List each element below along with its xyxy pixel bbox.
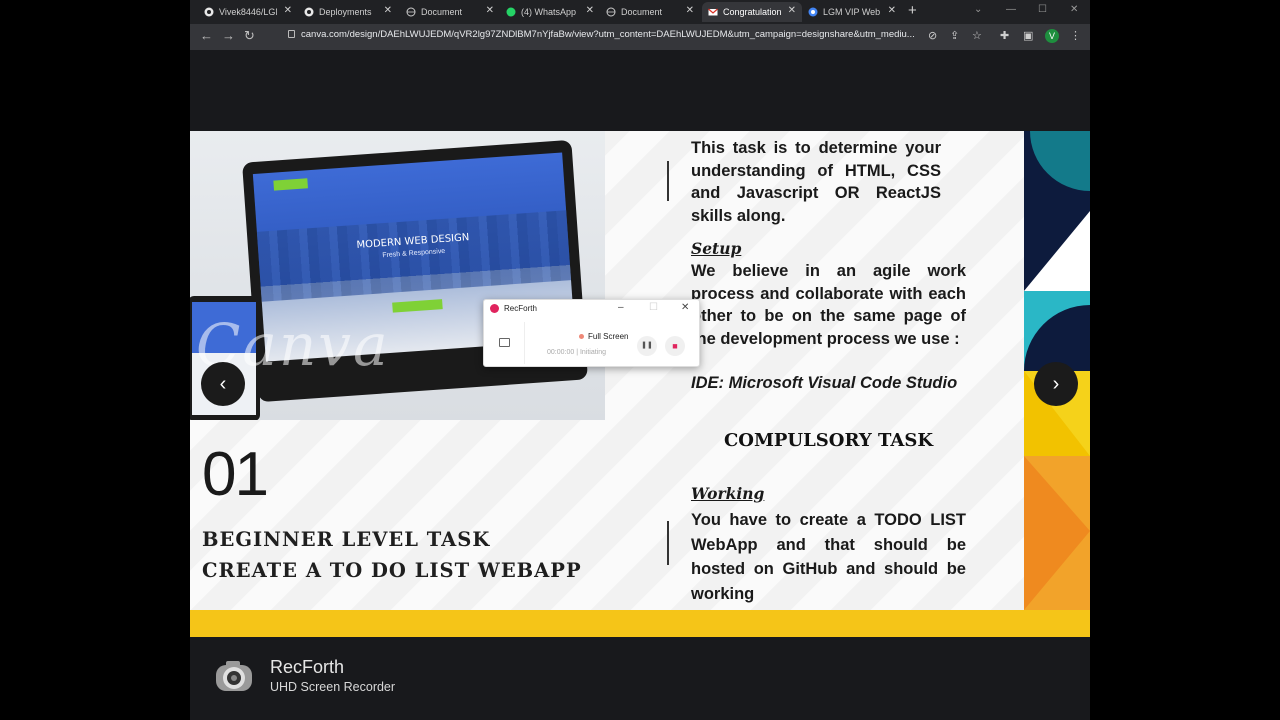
- close-tab-icon[interactable]: ✕: [486, 5, 494, 16]
- recorder-popup: RecForth – ☐ ✕ Full Screen 00:00:00 | In…: [483, 299, 700, 367]
- working-heading-text: Working: [691, 484, 765, 503]
- globe-icon: [406, 7, 416, 17]
- setup-paragraph: We believe in an agile work process and …: [691, 262, 966, 348]
- close-window-button[interactable]: ✕: [1070, 4, 1078, 15]
- maximize-button[interactable]: ☐: [649, 302, 658, 313]
- recorder-status-line: 00:00:00 | Initiating: [547, 349, 607, 356]
- level-title: BEGINNER LEVEL TASK: [202, 528, 491, 551]
- minimize-button[interactable]: –: [618, 302, 624, 313]
- setup-heading: Setup: [691, 238, 966, 261]
- address-bar[interactable]: canva.com/design/DAEhLWUJEDM/qVR2lg97ZND…: [288, 29, 928, 40]
- browser-tab-strip: Vivek8446/LGM ✕ Deployments ✕ Document ✕…: [190, 0, 1090, 24]
- tab-document-1[interactable]: Document ✕: [400, 2, 500, 22]
- gmail-icon: [708, 7, 718, 17]
- compulsory-task-heading: COMPULSORY TASK: [723, 430, 934, 451]
- tab-title: (4) WhatsApp: [521, 7, 577, 17]
- side-panel-icon[interactable]: ▣: [1023, 30, 1033, 42]
- screen-frame: Vivek8446/LGM ✕ Deployments ✕ Document ✕…: [190, 0, 1090, 720]
- whatsapp-icon: [506, 7, 516, 17]
- mode-label: Full Screen: [588, 332, 629, 341]
- minimize-button[interactable]: —: [1006, 4, 1016, 15]
- ide-paragraph: IDE: Microsoft Visual Code Studio: [691, 374, 958, 392]
- kebab-menu-icon[interactable]: ⋮: [1070, 30, 1081, 42]
- next-slide-button[interactable]: ›: [1034, 362, 1078, 406]
- globe-icon: [606, 7, 616, 17]
- working-heading: Working: [691, 483, 966, 506]
- elapsed-time: 00:00:00: [547, 349, 575, 356]
- status-dot-icon: [579, 334, 584, 339]
- tab-title: LGM VIP Web: [823, 7, 881, 17]
- tab-document-2[interactable]: Document ✕: [600, 2, 700, 22]
- tab-congratulations[interactable]: Congratulations ✕: [702, 2, 802, 22]
- vertical-divider: [667, 521, 669, 565]
- tab-title: Vivek8446/LGM: [219, 7, 277, 17]
- profile-avatar[interactable]: V: [1045, 29, 1059, 43]
- close-tab-icon[interactable]: ✕: [384, 5, 392, 16]
- share-icon[interactable]: ⇪: [950, 30, 959, 42]
- browser-toolbar: ← → ↻ canva.com/design/DAEhLWUJEDM/qVR2l…: [190, 24, 1090, 50]
- tab-deployments[interactable]: Deployments ✕: [298, 2, 398, 22]
- lock-icon: [288, 30, 295, 38]
- maximize-button[interactable]: ☐: [1038, 4, 1047, 15]
- forward-arrow-icon[interactable]: →: [222, 29, 235, 43]
- recorder-title: RecForth: [504, 304, 537, 313]
- setup-heading-text: Setup: [691, 239, 742, 258]
- hero-image: MODERN WEB DESIGN Fresh & Responsive Can…: [190, 131, 605, 420]
- extensions-puzzle-icon[interactable]: ✚: [1000, 30, 1009, 42]
- tab-title: Congratulations: [723, 7, 781, 17]
- camera-logo-icon: [214, 655, 262, 695]
- back-arrow-icon[interactable]: ←: [200, 29, 213, 43]
- eye-off-icon[interactable]: ⊘: [928, 30, 937, 42]
- reload-icon[interactable]: ↻: [244, 29, 255, 43]
- new-tab-button[interactable]: +: [908, 3, 917, 18]
- intro-paragraph: This task is to determine your understan…: [691, 139, 941, 225]
- close-tab-icon[interactable]: ✕: [586, 5, 594, 16]
- tab-title: Document: [621, 7, 663, 17]
- tab-lgm-vip[interactable]: LGM VIP Web ✕: [802, 2, 902, 22]
- tab-title: Document: [421, 7, 463, 17]
- url-text: canva.com/design/DAEhLWUJEDM/qVR2lg97ZND…: [301, 29, 915, 40]
- tab-github-repo[interactable]: Vivek8446/LGM ✕: [198, 2, 298, 22]
- close-button[interactable]: ✕: [681, 302, 689, 313]
- recorder-status: Initiating: [579, 349, 607, 356]
- close-tab-icon[interactable]: ✕: [686, 5, 694, 16]
- watermark-subtitle: UHD Screen Recorder: [270, 680, 396, 694]
- task-number: 01: [202, 440, 269, 509]
- tab-search-icon[interactable]: ⌄: [974, 4, 982, 15]
- vertical-divider: [667, 161, 669, 201]
- close-tab-icon[interactable]: ✕: [788, 5, 796, 16]
- separator: [524, 322, 525, 364]
- recording-mode: Full Screen: [579, 332, 628, 341]
- pause-button[interactable]: ❚❚: [637, 336, 657, 356]
- recforth-logo-icon: [490, 304, 499, 313]
- watermark-name: RecForth: [270, 657, 345, 677]
- github-icon: [304, 7, 314, 17]
- accent-bar: [190, 610, 1090, 637]
- presentation-slide: MODERN WEB DESIGN Fresh & Responsive Can…: [190, 131, 1090, 610]
- chrome-icon: [808, 7, 818, 17]
- previous-slide-button[interactable]: ‹: [201, 362, 245, 406]
- folder-icon[interactable]: [499, 338, 510, 347]
- bookmark-star-icon[interactable]: ☆: [972, 30, 982, 42]
- tab-whatsapp[interactable]: (4) WhatsApp ✕: [500, 2, 600, 22]
- github-icon: [204, 7, 214, 17]
- working-paragraph: You have to create a TODO LIST WebApp an…: [691, 511, 966, 603]
- task-title: CREATE A TO DO LIST WEBAPP: [202, 559, 582, 582]
- close-tab-icon[interactable]: ✕: [888, 5, 896, 16]
- tab-title: Deployments: [319, 7, 372, 17]
- stop-button[interactable]: ■: [665, 336, 685, 356]
- close-tab-icon[interactable]: ✕: [284, 5, 292, 16]
